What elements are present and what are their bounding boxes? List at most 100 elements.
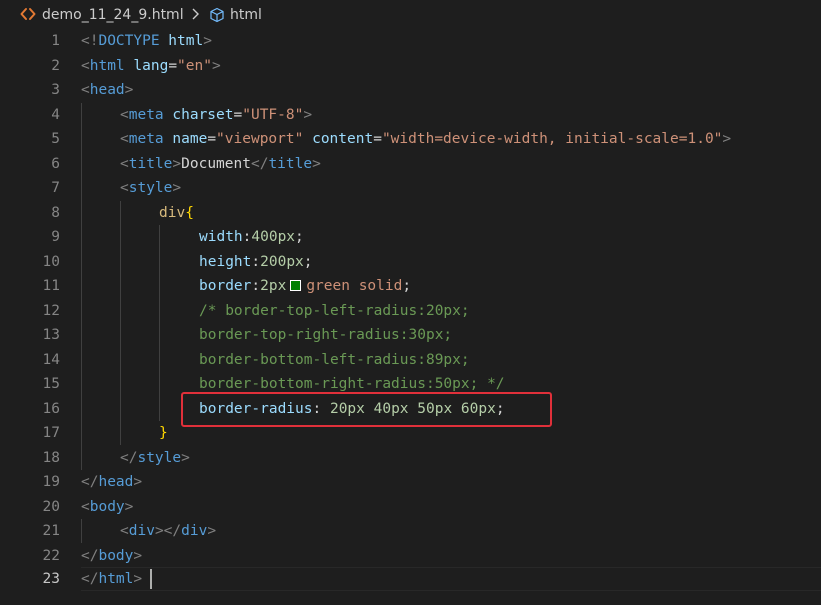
- token: =: [373, 131, 382, 147]
- code-line-18[interactable]: </style>: [120, 446, 190, 471]
- indent-guide: [81, 519, 82, 543]
- token: >: [124, 82, 134, 98]
- token: meta: [128, 131, 164, 147]
- code-line-5[interactable]: <meta name="viewport" content="width=dev…: [120, 127, 731, 152]
- token: <: [120, 155, 129, 172]
- code-line-14[interactable]: border-bottom-left-radius:89px;: [199, 348, 470, 373]
- code-line-8[interactable]: div{: [159, 201, 194, 226]
- token: >: [211, 57, 221, 74]
- line-number: 17: [42, 425, 60, 441]
- token: <: [81, 498, 90, 515]
- token: <: [120, 180, 129, 196]
- token: "width=device-width, initial-scale=1.0": [381, 131, 723, 147]
- annotation-highlight-box: [181, 392, 552, 427]
- code-editor[interactable]: demo_11_24_9.html html 1 2 3 4 5 6 7 8 9…: [0, 0, 821, 605]
- token: /* border-top-left-radius:20px;: [199, 302, 470, 319]
- line-number-active: 23: [42, 571, 60, 587]
- token: :: [251, 253, 261, 270]
- token: lang: [124, 57, 169, 74]
- token: green solid: [306, 278, 403, 294]
- breadcrumb-symbol[interactable]: html: [230, 6, 262, 24]
- token: =: [233, 106, 243, 123]
- token: >: [172, 155, 182, 172]
- code-line-12[interactable]: /* border-top-left-radius:20px;: [199, 299, 470, 324]
- code-line-2[interactable]: <html lang="en">: [81, 54, 221, 79]
- token: >: [172, 180, 182, 196]
- line-number: 22: [42, 547, 60, 564]
- code-line-21[interactable]: <div></div>: [120, 519, 216, 544]
- token: body: [98, 547, 134, 564]
- token: 200px: [260, 253, 304, 270]
- token: <: [81, 82, 90, 98]
- line-number: 2: [51, 57, 60, 74]
- token: DOCTYPE: [98, 33, 160, 49]
- code-line-13[interactable]: border-top-right-radius:30px;: [199, 323, 452, 348]
- token: Document: [181, 155, 251, 172]
- token: >: [207, 523, 217, 539]
- line-number: 14: [42, 351, 60, 368]
- token: html: [98, 571, 134, 587]
- code-line-17[interactable]: }: [159, 421, 168, 446]
- line-number: 19: [42, 474, 60, 490]
- token: "UTF-8": [242, 106, 304, 123]
- line-number: 1: [51, 33, 60, 49]
- line-number: 9: [51, 229, 60, 245]
- token: =: [207, 131, 217, 147]
- token: height: [199, 253, 252, 270]
- token: border-bottom-left-radius:89px;: [199, 351, 470, 368]
- token: </: [81, 474, 99, 490]
- text-cursor: [150, 569, 152, 589]
- token: 2px: [260, 278, 287, 294]
- line-number: 4: [51, 106, 60, 123]
- token: >: [303, 106, 313, 123]
- token: div: [159, 204, 186, 221]
- line-number: 10: [42, 253, 60, 270]
- token: </: [120, 449, 138, 466]
- code-line-4[interactable]: <meta charset="UTF-8">: [120, 103, 312, 128]
- code-line-22[interactable]: </body>: [81, 544, 142, 569]
- breadcrumb: demo_11_24_9.html html: [0, 0, 821, 30]
- code-line-3[interactable]: <head>: [81, 78, 133, 103]
- token: >: [181, 449, 190, 466]
- token: head: [89, 82, 125, 98]
- token: border-top-right-radius:30px;: [199, 327, 453, 343]
- breadcrumb-file[interactable]: demo_11_24_9.html: [42, 6, 184, 24]
- code-line-7[interactable]: <style>: [120, 176, 181, 201]
- color-swatch-icon[interactable]: [290, 279, 302, 291]
- chevron-right-icon: [192, 8, 199, 20]
- code-line-23[interactable]: </html>: [81, 567, 142, 592]
- line-number: 7: [51, 180, 60, 196]
- html-file-icon: [20, 8, 36, 20]
- code-line-1[interactable]: <!DOCTYPE html>: [81, 29, 212, 54]
- line-number: 6: [51, 155, 60, 172]
- token: "viewport": [216, 131, 304, 147]
- token: div: [181, 523, 208, 539]
- token: ;: [303, 253, 313, 270]
- token: :: [251, 278, 261, 294]
- token: =: [168, 57, 178, 74]
- token: content: [303, 131, 374, 147]
- code-line-6[interactable]: <title>Document</title>: [120, 152, 321, 177]
- token: <: [120, 106, 129, 123]
- line-number: 8: [51, 204, 60, 221]
- token: width: [199, 229, 243, 245]
- token: ;: [402, 278, 412, 294]
- line-number: 11: [42, 278, 60, 294]
- token: style: [128, 180, 173, 196]
- token: >: [133, 571, 143, 587]
- code-line-11[interactable]: border:2px green solid;: [199, 274, 411, 299]
- token: }: [159, 425, 168, 441]
- token: >: [124, 498, 134, 515]
- code-line-10[interactable]: height:200px;: [199, 250, 313, 275]
- token: <: [81, 57, 90, 74]
- token: 400px: [251, 229, 296, 245]
- line-number: 13: [42, 327, 60, 343]
- token: title: [128, 155, 173, 172]
- code-line-19[interactable]: </head>: [81, 470, 142, 495]
- line-number: 15: [42, 376, 60, 392]
- line-number: 5: [51, 131, 60, 147]
- code-line-9[interactable]: width:400px;: [199, 225, 304, 250]
- indent-guide: [81, 103, 82, 470]
- code-line-20[interactable]: <body>: [81, 495, 133, 520]
- token: name: [163, 131, 208, 147]
